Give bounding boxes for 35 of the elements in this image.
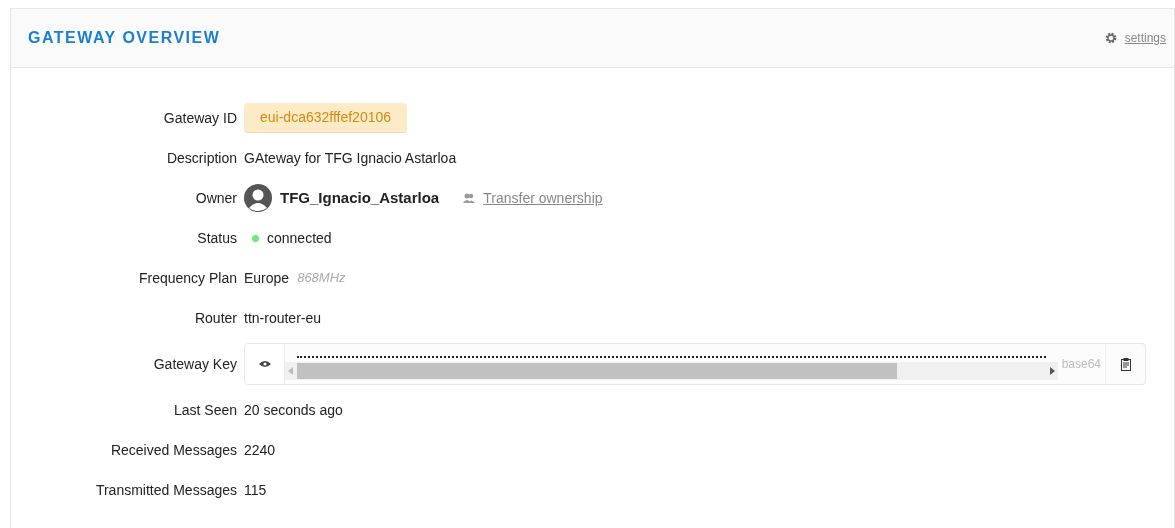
owner-name: TFG_Ignacio_Astarloa [280, 187, 440, 208]
scroll-left-icon [288, 367, 293, 375]
transfer-ownership-link[interactable]: Transfer ownership [483, 187, 603, 209]
field-label: Gateway ID [162, 108, 238, 128]
scroll-right-icon [1049, 367, 1055, 375]
field-label: Gateway Key [152, 354, 238, 374]
field-label: Description [165, 148, 238, 168]
card-title: GATEWAY OVERVIEW [28, 28, 221, 48]
avatar-icon [244, 184, 272, 212]
reveal-key-button[interactable] [245, 344, 285, 384]
field-value: 2240 [244, 440, 276, 460]
field-label: Status [196, 228, 238, 248]
field-label: Frequency Plan [137, 268, 238, 288]
frequency-plan: Europe [244, 268, 290, 288]
field-label: Last Seen [172, 400, 238, 420]
clipboard-icon [1120, 357, 1131, 371]
field-label: Transmitted Messages [94, 480, 238, 500]
users-icon [463, 192, 476, 204]
settings-link[interactable]: settings [1124, 29, 1166, 47]
encoding-label: base64 [1060, 356, 1102, 373]
field-value: 115 [244, 480, 267, 500]
settings-icon [1104, 32, 1117, 44]
eye-icon [258, 360, 271, 368]
gateway-key-field[interactable]: base64 [244, 343, 1146, 385]
field-value: GAteway for TFG Ignacio Astarloa [244, 148, 457, 168]
horizontal-scrollbar[interactable] [285, 362, 1058, 380]
frequency-note: 868MHz [297, 269, 346, 288]
field-value: 20 seconds ago [244, 400, 343, 420]
scrollbar-thumb[interactable] [297, 363, 897, 379]
field-label: Owner [194, 188, 238, 208]
status-text: connected [267, 228, 332, 248]
gateway-id-badge: eui-dca632fffef20106 [244, 103, 408, 133]
field-label: Received Messages [109, 440, 238, 460]
field-label: Router [193, 308, 238, 328]
field-value: ttn-router-eu [244, 308, 322, 328]
